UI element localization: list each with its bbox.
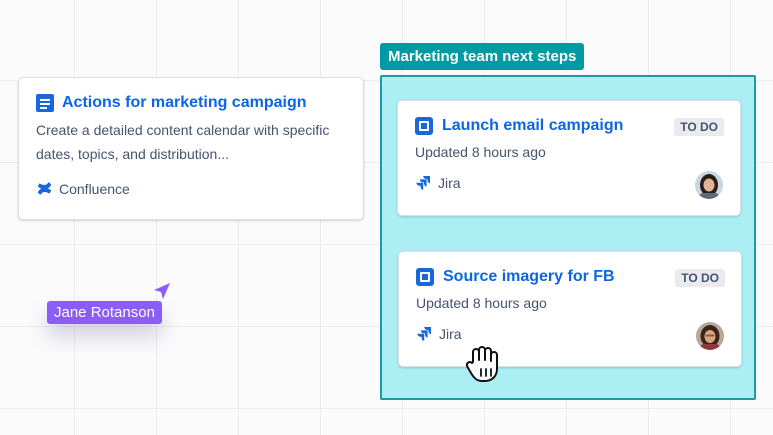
avatar-woman[interactable]: [695, 171, 723, 199]
avatar-woman[interactable]: [696, 322, 724, 350]
jira-icon: [416, 176, 430, 190]
updated-text: Updated 8 hours ago: [416, 295, 547, 311]
jira-card[interactable]: Launch email campaign TO DO Updated 8 ho…: [397, 100, 741, 216]
page-icon: [36, 94, 54, 112]
confluence-card-title[interactable]: Actions for marketing campaign: [62, 94, 307, 112]
confluence-card[interactable]: Actions for marketing campaign Create a …: [18, 77, 364, 220]
task-icon: [415, 117, 433, 135]
updated-text: Updated 8 hours ago: [415, 144, 546, 160]
confluence-card-description: Create a detailed content calendar with …: [36, 122, 330, 162]
status-badge[interactable]: TO DO: [675, 269, 725, 287]
confluence-source: Confluence: [36, 180, 346, 197]
confluence-source-label: Confluence: [59, 180, 130, 197]
collaborator-cursor-icon: [154, 283, 170, 299]
jira-card-title[interactable]: Source imagery for FB: [443, 268, 615, 286]
jira-card[interactable]: Source imagery for FB TO DO Updated 8 ho…: [398, 251, 742, 367]
jira-source: Jira: [415, 175, 723, 191]
jira-icon: [417, 327, 431, 341]
status-badge[interactable]: TO DO: [674, 118, 724, 136]
jira-source-label: Jira: [439, 326, 462, 342]
jira-source-label: Jira: [438, 175, 461, 191]
confluence-card-title-row: Actions for marketing campaign: [36, 94, 346, 112]
jira-source: Jira: [416, 326, 724, 342]
jira-card-title[interactable]: Launch email campaign: [442, 117, 623, 135]
task-icon: [416, 268, 434, 286]
confluence-icon: [37, 182, 52, 195]
collaborator-name-label: Jane Rotanson: [47, 301, 162, 324]
hand-grab-cursor-icon: [465, 346, 498, 382]
section-title[interactable]: Marketing team next steps: [380, 43, 585, 70]
